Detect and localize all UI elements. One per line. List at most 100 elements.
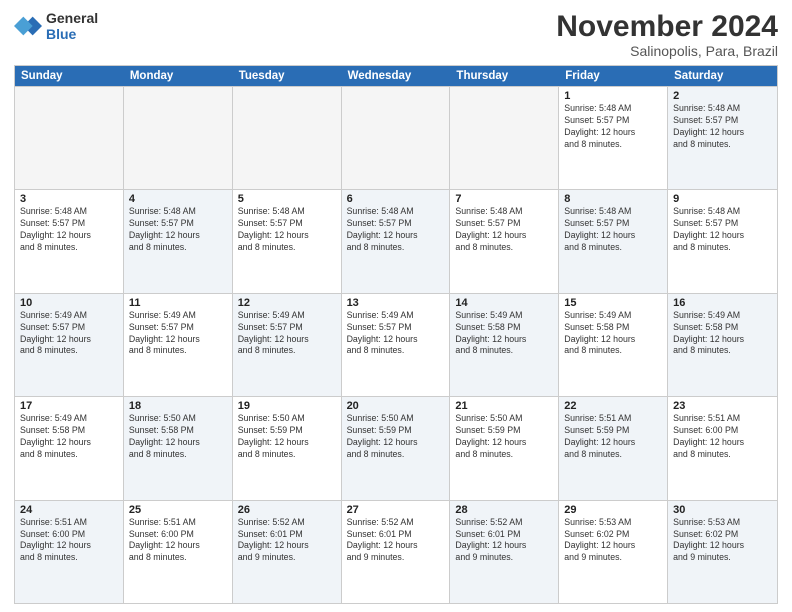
day-cell: 12Sunrise: 5:49 AM Sunset: 5:57 PM Dayli…: [233, 294, 342, 396]
day-info: Sunrise: 5:50 AM Sunset: 5:59 PM Dayligh…: [455, 413, 553, 461]
day-cell: 1Sunrise: 5:48 AM Sunset: 5:57 PM Daylig…: [559, 87, 668, 189]
day-info: Sunrise: 5:51 AM Sunset: 6:00 PM Dayligh…: [20, 517, 118, 565]
day-cell: 22Sunrise: 5:51 AM Sunset: 5:59 PM Dayli…: [559, 397, 668, 499]
logo: General Blue: [14, 10, 98, 42]
logo-line1: General: [46, 10, 98, 26]
day-number: 12: [238, 297, 336, 309]
day-info: Sunrise: 5:50 AM Sunset: 5:58 PM Dayligh…: [129, 413, 227, 461]
day-info: Sunrise: 5:49 AM Sunset: 5:57 PM Dayligh…: [129, 310, 227, 358]
day-number: 2: [673, 90, 772, 102]
day-number: 1: [564, 90, 662, 102]
day-cell: 11Sunrise: 5:49 AM Sunset: 5:57 PM Dayli…: [124, 294, 233, 396]
day-number: 21: [455, 400, 553, 412]
day-number: 5: [238, 193, 336, 205]
day-number: 3: [20, 193, 118, 205]
day-cell: 7Sunrise: 5:48 AM Sunset: 5:57 PM Daylig…: [450, 190, 559, 292]
week-row: 3Sunrise: 5:48 AM Sunset: 5:57 PM Daylig…: [15, 189, 777, 292]
week-row: 24Sunrise: 5:51 AM Sunset: 6:00 PM Dayli…: [15, 500, 777, 603]
day-number: 9: [673, 193, 772, 205]
day-info: Sunrise: 5:49 AM Sunset: 5:58 PM Dayligh…: [673, 310, 772, 358]
day-number: 19: [238, 400, 336, 412]
day-cell: 10Sunrise: 5:49 AM Sunset: 5:57 PM Dayli…: [15, 294, 124, 396]
day-info: Sunrise: 5:48 AM Sunset: 5:57 PM Dayligh…: [455, 206, 553, 254]
day-cell: 21Sunrise: 5:50 AM Sunset: 5:59 PM Dayli…: [450, 397, 559, 499]
day-number: 17: [20, 400, 118, 412]
day-info: Sunrise: 5:50 AM Sunset: 5:59 PM Dayligh…: [238, 413, 336, 461]
week-row: 1Sunrise: 5:48 AM Sunset: 5:57 PM Daylig…: [15, 86, 777, 189]
day-number: 14: [455, 297, 553, 309]
day-cell: 5Sunrise: 5:48 AM Sunset: 5:57 PM Daylig…: [233, 190, 342, 292]
day-cell: 30Sunrise: 5:53 AM Sunset: 6:02 PM Dayli…: [668, 501, 777, 603]
day-number: 23: [673, 400, 772, 412]
day-cell: 15Sunrise: 5:49 AM Sunset: 5:58 PM Dayli…: [559, 294, 668, 396]
day-number: 28: [455, 504, 553, 516]
day-cell: 13Sunrise: 5:49 AM Sunset: 5:57 PM Dayli…: [342, 294, 451, 396]
day-info: Sunrise: 5:53 AM Sunset: 6:02 PM Dayligh…: [564, 517, 662, 565]
day-cell: 6Sunrise: 5:48 AM Sunset: 5:57 PM Daylig…: [342, 190, 451, 292]
day-header-friday: Friday: [559, 66, 668, 86]
weeks: 1Sunrise: 5:48 AM Sunset: 5:57 PM Daylig…: [15, 86, 777, 603]
day-info: Sunrise: 5:48 AM Sunset: 5:57 PM Dayligh…: [20, 206, 118, 254]
day-info: Sunrise: 5:51 AM Sunset: 6:00 PM Dayligh…: [129, 517, 227, 565]
day-number: 20: [347, 400, 445, 412]
day-info: Sunrise: 5:52 AM Sunset: 6:01 PM Dayligh…: [347, 517, 445, 565]
day-info: Sunrise: 5:49 AM Sunset: 5:57 PM Dayligh…: [347, 310, 445, 358]
day-info: Sunrise: 5:48 AM Sunset: 5:57 PM Dayligh…: [673, 206, 772, 254]
day-info: Sunrise: 5:53 AM Sunset: 6:02 PM Dayligh…: [673, 517, 772, 565]
day-cell: [450, 87, 559, 189]
day-info: Sunrise: 5:48 AM Sunset: 5:57 PM Dayligh…: [564, 103, 662, 151]
day-cell: 26Sunrise: 5:52 AM Sunset: 6:01 PM Dayli…: [233, 501, 342, 603]
location: Salinopolis, Para, Brazil: [556, 43, 778, 59]
day-cell: [124, 87, 233, 189]
day-number: 7: [455, 193, 553, 205]
day-info: Sunrise: 5:48 AM Sunset: 5:57 PM Dayligh…: [673, 103, 772, 151]
day-cell: 9Sunrise: 5:48 AM Sunset: 5:57 PM Daylig…: [668, 190, 777, 292]
day-header-monday: Monday: [124, 66, 233, 86]
day-cell: 20Sunrise: 5:50 AM Sunset: 5:59 PM Dayli…: [342, 397, 451, 499]
day-cell: 23Sunrise: 5:51 AM Sunset: 6:00 PM Dayli…: [668, 397, 777, 499]
logo-line2: Blue: [46, 26, 76, 42]
day-number: 24: [20, 504, 118, 516]
month-title: November 2024: [556, 10, 778, 43]
day-cell: [15, 87, 124, 189]
day-info: Sunrise: 5:51 AM Sunset: 5:59 PM Dayligh…: [564, 413, 662, 461]
logo-text: General Blue: [46, 10, 98, 42]
day-number: 18: [129, 400, 227, 412]
day-info: Sunrise: 5:49 AM Sunset: 5:57 PM Dayligh…: [238, 310, 336, 358]
day-info: Sunrise: 5:52 AM Sunset: 6:01 PM Dayligh…: [455, 517, 553, 565]
day-cell: 27Sunrise: 5:52 AM Sunset: 6:01 PM Dayli…: [342, 501, 451, 603]
day-cell: 8Sunrise: 5:48 AM Sunset: 5:57 PM Daylig…: [559, 190, 668, 292]
day-cell: [342, 87, 451, 189]
week-row: 17Sunrise: 5:49 AM Sunset: 5:58 PM Dayli…: [15, 396, 777, 499]
day-header-tuesday: Tuesday: [233, 66, 342, 86]
day-cell: 18Sunrise: 5:50 AM Sunset: 5:58 PM Dayli…: [124, 397, 233, 499]
day-number: 6: [347, 193, 445, 205]
day-number: 22: [564, 400, 662, 412]
day-info: Sunrise: 5:51 AM Sunset: 6:00 PM Dayligh…: [673, 413, 772, 461]
day-cell: 14Sunrise: 5:49 AM Sunset: 5:58 PM Dayli…: [450, 294, 559, 396]
calendar: SundayMondayTuesdayWednesdayThursdayFrid…: [14, 65, 778, 604]
day-number: 13: [347, 297, 445, 309]
day-info: Sunrise: 5:48 AM Sunset: 5:57 PM Dayligh…: [238, 206, 336, 254]
day-info: Sunrise: 5:49 AM Sunset: 5:58 PM Dayligh…: [20, 413, 118, 461]
title-block: November 2024 Salinopolis, Para, Brazil: [556, 10, 778, 59]
day-number: 15: [564, 297, 662, 309]
day-header-wednesday: Wednesday: [342, 66, 451, 86]
day-headers: SundayMondayTuesdayWednesdayThursdayFrid…: [15, 66, 777, 86]
day-number: 4: [129, 193, 227, 205]
day-number: 27: [347, 504, 445, 516]
day-info: Sunrise: 5:52 AM Sunset: 6:01 PM Dayligh…: [238, 517, 336, 565]
day-header-sunday: Sunday: [15, 66, 124, 86]
day-number: 8: [564, 193, 662, 205]
day-number: 11: [129, 297, 227, 309]
day-info: Sunrise: 5:48 AM Sunset: 5:57 PM Dayligh…: [564, 206, 662, 254]
day-cell: 24Sunrise: 5:51 AM Sunset: 6:00 PM Dayli…: [15, 501, 124, 603]
day-cell: 25Sunrise: 5:51 AM Sunset: 6:00 PM Dayli…: [124, 501, 233, 603]
day-info: Sunrise: 5:49 AM Sunset: 5:58 PM Dayligh…: [564, 310, 662, 358]
day-cell: [233, 87, 342, 189]
day-cell: 17Sunrise: 5:49 AM Sunset: 5:58 PM Dayli…: [15, 397, 124, 499]
day-cell: 28Sunrise: 5:52 AM Sunset: 6:01 PM Dayli…: [450, 501, 559, 603]
day-info: Sunrise: 5:49 AM Sunset: 5:57 PM Dayligh…: [20, 310, 118, 358]
day-header-saturday: Saturday: [668, 66, 777, 86]
day-number: 30: [673, 504, 772, 516]
